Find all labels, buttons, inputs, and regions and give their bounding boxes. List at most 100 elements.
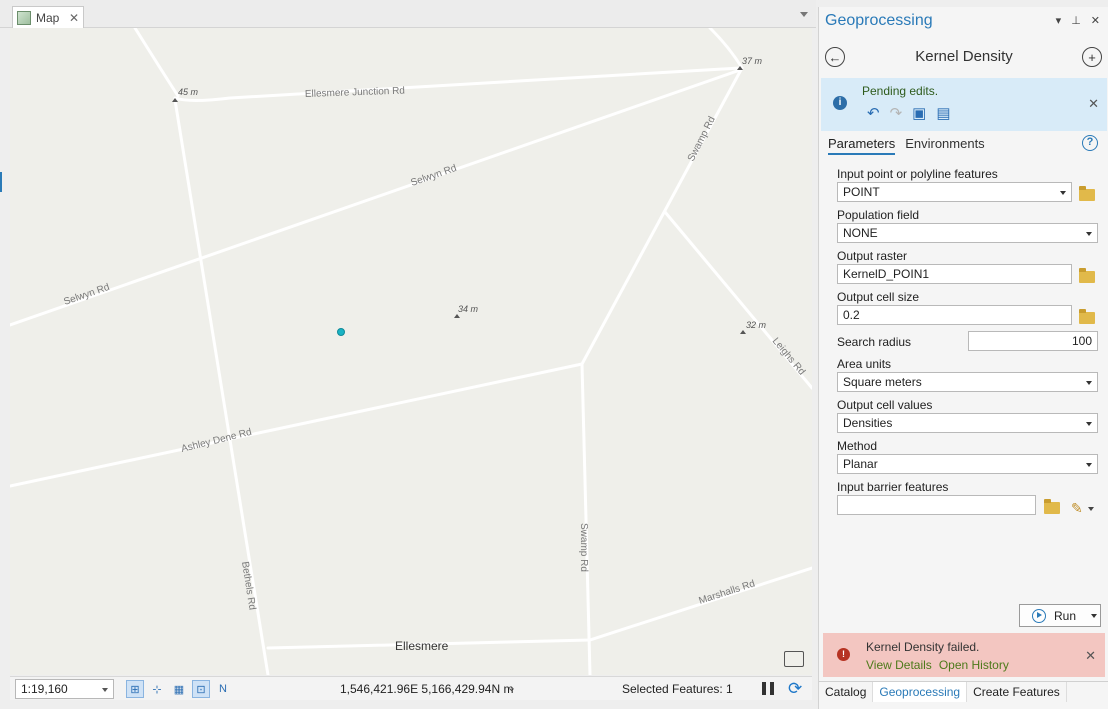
search-radius-input[interactable]: 100 bbox=[968, 331, 1098, 351]
area-units-label: Area units bbox=[837, 357, 892, 371]
close-pane-icon[interactable]: ✕ bbox=[1091, 14, 1100, 27]
add-button[interactable]: + bbox=[1082, 47, 1102, 67]
label-ellesmere-junction-rd: Ellesmere Junction Rd bbox=[305, 86, 405, 100]
arcgis-window: Map ✕ Ellesmere Junction Rd Selwyn Rd Se… bbox=[0, 0, 1108, 709]
browse-folder-icon[interactable] bbox=[1079, 309, 1095, 324]
chevron-down-icon bbox=[1086, 232, 1092, 236]
label-leighs-rd: Leighs Rd bbox=[770, 336, 807, 378]
run-button[interactable]: Run bbox=[1019, 604, 1101, 627]
error-message: Kernel Density failed. bbox=[866, 640, 980, 654]
label-ashley-dene-rd: Ashley Dene Rd bbox=[180, 427, 253, 455]
method-value: Planar bbox=[843, 457, 878, 471]
label-elev-37: 37 m bbox=[742, 56, 763, 66]
view-details-link[interactable]: View Details bbox=[866, 658, 932, 672]
fixed-zoom-icon[interactable]: ⊞ bbox=[126, 680, 144, 698]
pane-bottom-tabs: Catalog Geoprocessing Create Features bbox=[819, 681, 1108, 702]
open-history-link[interactable]: Open History bbox=[939, 658, 1009, 672]
save-edits-icon[interactable]: ▣ bbox=[912, 104, 926, 122]
browse-folder-icon[interactable] bbox=[1044, 499, 1060, 514]
help-icon[interactable]: ? bbox=[1082, 135, 1098, 151]
map-tab-bar: Map ✕ bbox=[0, 0, 816, 28]
gp-tabs: Parameters Environments bbox=[828, 136, 985, 155]
road-top-right bbox=[708, 28, 744, 70]
label-ellesmere: Ellesmere bbox=[395, 639, 449, 653]
undo-icon[interactable]: ↶ bbox=[867, 104, 880, 122]
error-icon: ! bbox=[837, 648, 850, 661]
barrier-features-label: Input barrier features bbox=[837, 480, 949, 494]
coordinate-format-chevron-icon[interactable]: ⌄ bbox=[507, 681, 516, 694]
tab-environments[interactable]: Environments bbox=[905, 136, 984, 155]
output-raster-label: Output raster bbox=[837, 249, 908, 263]
tab-geoprocessing[interactable]: Geoprocessing bbox=[873, 682, 968, 702]
cell-size-value: 0.2 bbox=[843, 308, 860, 322]
output-raster-input[interactable]: KernelD_POIN1 bbox=[837, 264, 1072, 284]
chevron-down-icon[interactable] bbox=[1088, 507, 1094, 511]
run-label: Run bbox=[1054, 608, 1077, 623]
map-view[interactable]: Ellesmere Junction Rd Selwyn Rd Selwyn R… bbox=[10, 28, 812, 675]
cell-size-input[interactable]: 0.2 bbox=[837, 305, 1072, 325]
grid-snap-icon[interactable]: ⊹ bbox=[148, 680, 166, 698]
elev-34-marker bbox=[454, 314, 460, 318]
browse-folder-icon[interactable] bbox=[1079, 268, 1095, 283]
tab-catalog[interactable]: Catalog bbox=[819, 682, 874, 702]
area-units-select[interactable]: Square meters bbox=[837, 372, 1098, 392]
label-elev-45: 45 m bbox=[178, 87, 199, 97]
label-selwyn-rd-1: Selwyn Rd bbox=[409, 163, 458, 189]
label-elev-32: 32 m bbox=[746, 320, 767, 330]
label-marshalls-rd: Marshalls Rd bbox=[698, 578, 757, 606]
search-radius-label: Search radius bbox=[837, 335, 912, 349]
discard-edits-icon[interactable]: ▤ bbox=[936, 104, 950, 122]
close-error-icon[interactable]: ✕ bbox=[1085, 648, 1096, 664]
pending-edits-message: Pending edits. bbox=[862, 84, 939, 98]
road-ellesmere-junction bbox=[173, 66, 742, 102]
input-features-value: POINT bbox=[843, 185, 880, 199]
close-tab-icon[interactable]: ✕ bbox=[69, 11, 79, 25]
cell-values-value: Densities bbox=[843, 416, 893, 430]
scale-value: 1:19,160 bbox=[21, 682, 68, 696]
chevron-down-icon bbox=[1086, 381, 1092, 385]
basemap-gallery-icon[interactable] bbox=[784, 651, 804, 667]
cell-size-label: Output cell size bbox=[837, 290, 920, 304]
barrier-features-input[interactable] bbox=[837, 495, 1036, 515]
north-arrow-icon[interactable]: N bbox=[214, 680, 232, 698]
selected-point bbox=[337, 328, 345, 336]
pane-controls: ▾ ⊥ ✕ bbox=[1056, 14, 1100, 27]
close-banner-icon[interactable]: ✕ bbox=[1088, 96, 1099, 112]
tab-list-dropdown-icon[interactable] bbox=[800, 12, 808, 17]
pencil-icon[interactable]: ✎ bbox=[1071, 500, 1083, 517]
road-top-left bbox=[133, 28, 180, 98]
tab-parameters[interactable]: Parameters bbox=[828, 136, 896, 155]
tab-create-features[interactable]: Create Features bbox=[967, 682, 1067, 702]
label-swamp-rd-2: Swamp Rd bbox=[578, 523, 589, 572]
label-selwyn-rd-2: Selwyn Rd bbox=[62, 282, 111, 308]
cell-values-label: Output cell values bbox=[837, 398, 933, 412]
run-options-chevron-icon[interactable] bbox=[1091, 614, 1097, 618]
scale-selector[interactable]: 1:19,160 bbox=[15, 679, 114, 699]
grid-icon[interactable]: ▦ bbox=[170, 680, 188, 698]
pane-menu-icon[interactable]: ▾ bbox=[1056, 14, 1062, 27]
chevron-down-icon bbox=[1086, 422, 1092, 426]
browse-folder-icon[interactable] bbox=[1079, 186, 1095, 201]
population-field-select[interactable]: NONE bbox=[837, 223, 1098, 243]
map-tab[interactable]: Map ✕ bbox=[12, 6, 84, 28]
selected-features-count[interactable]: Selected Features: 1 bbox=[622, 682, 733, 696]
method-label: Method bbox=[837, 439, 878, 453]
error-links: View Details Open History bbox=[866, 658, 1009, 672]
input-features-select[interactable]: POINT bbox=[837, 182, 1072, 202]
pause-drawing-icon[interactable] bbox=[762, 682, 774, 695]
left-dock-marker bbox=[0, 172, 2, 192]
label-swamp-rd-1: Swamp Rd bbox=[686, 115, 718, 164]
road-swamp bbox=[580, 66, 744, 675]
chevron-down-icon bbox=[1086, 463, 1092, 467]
chevron-down-icon bbox=[102, 688, 108, 692]
error-banner: ! Kernel Density failed. View Details Op… bbox=[823, 633, 1105, 677]
cell-values-select[interactable]: Densities bbox=[837, 413, 1098, 433]
refresh-icon[interactable]: ⟳ bbox=[788, 679, 802, 699]
pin-icon[interactable]: ⊥ bbox=[1071, 14, 1081, 27]
input-features-label: Input point or polyline features bbox=[837, 167, 998, 181]
map-tab-label: Map bbox=[36, 10, 60, 25]
method-select[interactable]: Planar bbox=[837, 454, 1098, 474]
snapping-icon[interactable]: ⊡ bbox=[192, 680, 210, 698]
pending-edits-banner: i Pending edits. ↶ ↷ ▣ ▤ ✕ bbox=[821, 78, 1107, 131]
redo-icon[interactable]: ↷ bbox=[890, 104, 903, 122]
